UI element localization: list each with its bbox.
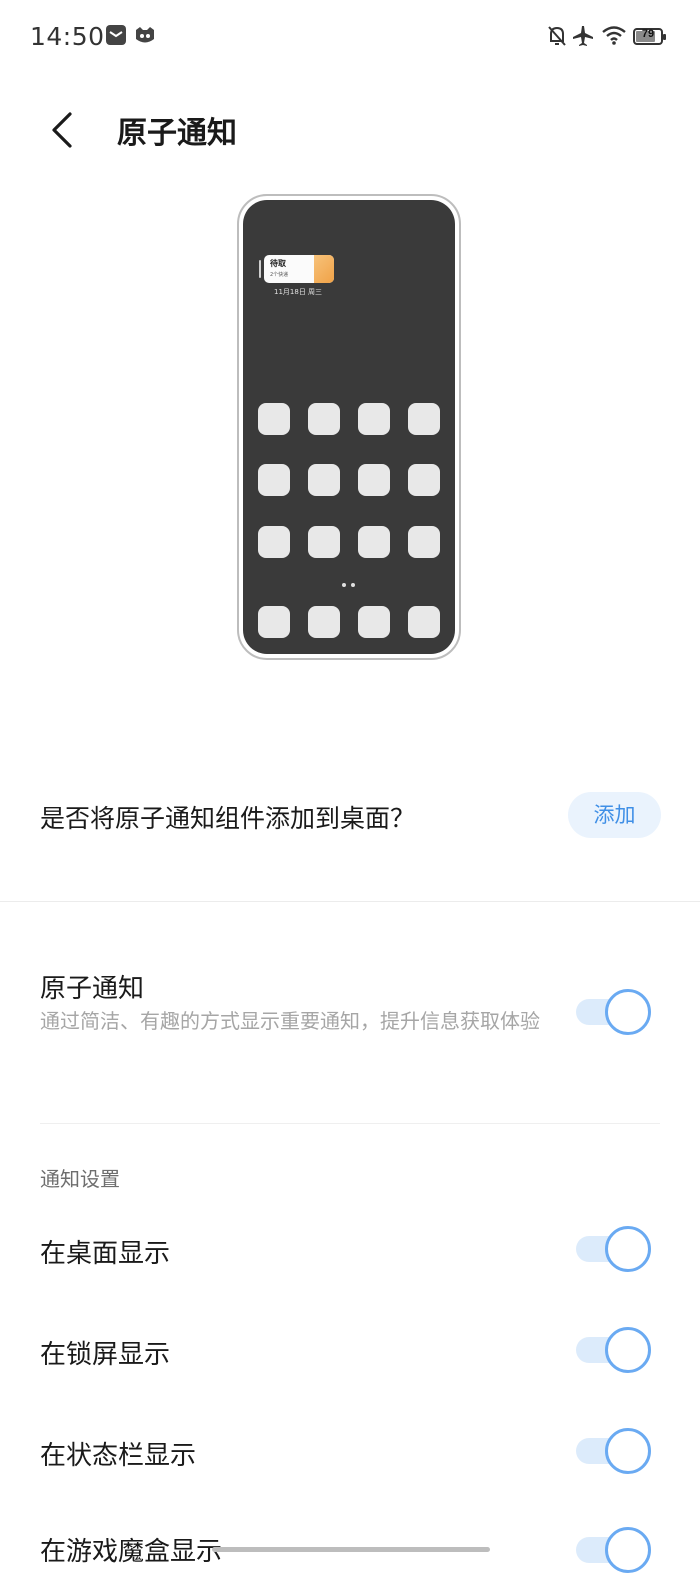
back-button[interactable]: [40, 102, 90, 156]
toggle-knob: [605, 1527, 651, 1573]
divider: [40, 1123, 660, 1124]
chevron-left-icon: [40, 112, 90, 160]
preview-app-icon: [408, 526, 440, 558]
lockscreen-display-toggle[interactable]: [574, 1327, 654, 1373]
add-widget-question: 是否将原子通知组件添加到桌面？: [40, 804, 416, 833]
status-bar: 14:50 79: [0, 0, 700, 76]
atomic-widget-preview: 待取 2个快递: [264, 255, 334, 283]
desktop-display-toggle[interactable]: [574, 1226, 654, 1272]
preview-app-icon: [258, 403, 290, 435]
widget-subtitle: 2个快递: [270, 272, 289, 278]
toggle-knob: [605, 1327, 651, 1373]
gamebox-display-toggle[interactable]: [574, 1527, 654, 1573]
preview-app-icon: [358, 526, 390, 558]
toggle-knob: [605, 1226, 651, 1272]
toggle-knob: [605, 1428, 651, 1474]
preview-app-icon: [308, 606, 340, 638]
page-dot: [342, 583, 346, 587]
notification-settings-header: 通知设置: [40, 1167, 120, 1191]
preview-app-icon: [358, 606, 390, 638]
package-icon: [314, 255, 334, 283]
statusbar-display-toggle[interactable]: [574, 1428, 654, 1474]
preview-app-icon: [308, 403, 340, 435]
setting-label-desktop: 在桌面显示: [40, 1239, 171, 1269]
add-button[interactable]: 添加: [568, 792, 661, 838]
setting-label-gamebox: 在游戏魔盒显示: [40, 1537, 223, 1567]
widget-title: 待取: [270, 259, 286, 268]
preview-app-icon: [258, 464, 290, 496]
preview-app-icon: [258, 606, 290, 638]
wifi-icon: [601, 24, 627, 50]
preview-app-icon: [308, 526, 340, 558]
battery-icon: 79: [633, 28, 666, 45]
preview-app-icon: [358, 403, 390, 435]
atomic-notification-toggle[interactable]: [574, 989, 654, 1035]
preview-app-icon: [308, 464, 340, 496]
section-divider: [0, 901, 700, 902]
mail-icon: [105, 24, 127, 50]
setting-label-lockscreen: 在锁屏显示: [40, 1340, 171, 1370]
airplane-icon: [571, 24, 595, 52]
phone-preview-screen: 待取 2个快递 11月18日 周三: [243, 200, 455, 654]
page-title: 原子通知: [117, 116, 237, 151]
silent-bell-icon: [546, 24, 568, 52]
battery-text: 79: [641, 28, 655, 40]
preview-app-icon: [258, 526, 290, 558]
cat-app-icon: [134, 24, 156, 50]
atomic-notification-title: 原子通知: [40, 974, 145, 1004]
page-dot: [351, 583, 355, 587]
atomic-notification-description: 通过简洁、有趣的方式显示重要通知，提升信息获取体验: [40, 1009, 540, 1033]
preview-app-icon: [408, 464, 440, 496]
preview-app-icon: [358, 464, 390, 496]
preview-app-icon: [408, 606, 440, 638]
preview-app-icon: [408, 403, 440, 435]
widget-side-bar: [259, 260, 261, 278]
setting-label-statusbar: 在状态栏显示: [40, 1441, 197, 1471]
home-indicator[interactable]: [212, 1547, 490, 1552]
preview-date: 11月18日 周三: [274, 288, 323, 296]
status-time: 14:50: [30, 22, 105, 51]
toggle-knob: [605, 989, 651, 1035]
